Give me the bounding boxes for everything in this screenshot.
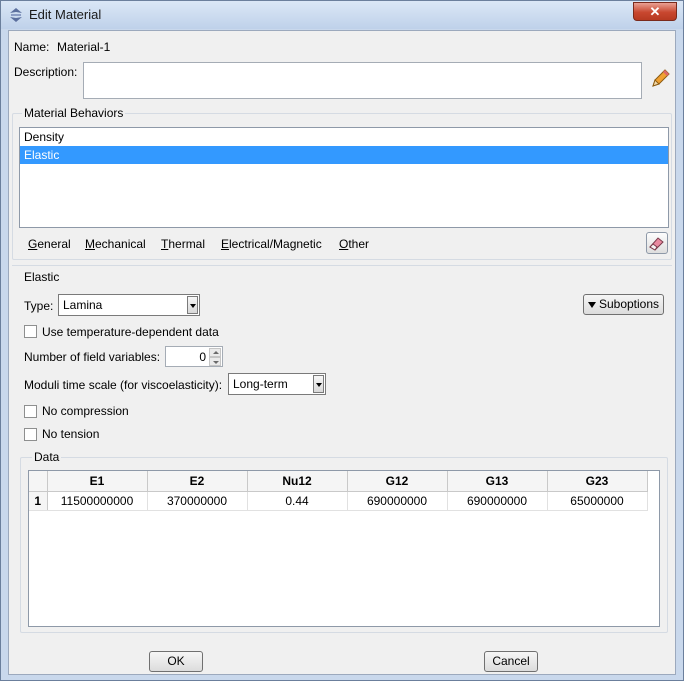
- menu-thermal[interactable]: Thermal: [161, 237, 205, 251]
- table-cell-g23[interactable]: 65000000: [547, 491, 648, 511]
- column-header-e2[interactable]: E2: [147, 471, 248, 492]
- triangle-down-icon: [587, 301, 596, 308]
- field-variables-spinner[interactable]: 0: [165, 346, 223, 367]
- spin-down-icon[interactable]: [209, 357, 221, 366]
- description-label: Description:: [14, 65, 78, 79]
- elastic-title: Elastic: [24, 270, 60, 284]
- menu-electrical-magnetic[interactable]: Electrical/Magnetic: [221, 237, 322, 251]
- table-cell-e2[interactable]: 370000000: [147, 491, 248, 511]
- no-compression-label: No compression: [42, 404, 129, 418]
- row-number-header: [29, 471, 48, 492]
- table-cell-g12[interactable]: 690000000: [347, 491, 448, 511]
- name-label: Name:: [14, 40, 50, 54]
- title-bar[interactable]: Edit Material ✕: [1, 1, 683, 29]
- column-header-g23[interactable]: G23: [547, 471, 648, 492]
- type-select[interactable]: Lamina: [58, 294, 200, 316]
- spin-up-icon[interactable]: [209, 348, 221, 357]
- close-button[interactable]: ✕: [633, 2, 677, 21]
- menu-mechanical[interactable]: Mechanical: [85, 237, 146, 251]
- edit-material-dialog: Edit Material ✕ Name: Material-1 Descrip…: [0, 0, 684, 681]
- column-header-nu12[interactable]: Nu12: [247, 471, 348, 492]
- app-icon: [10, 8, 22, 22]
- table-cell-e1[interactable]: 11500000000: [47, 491, 148, 511]
- field-variables-value: 0: [199, 350, 206, 364]
- material-name: Material-1: [57, 40, 111, 54]
- behaviors-list[interactable]: Density Elastic: [19, 127, 669, 228]
- no-tension-checkbox[interactable]: [24, 428, 37, 441]
- table-cell-nu12[interactable]: 0.44: [247, 491, 348, 511]
- column-header-g12[interactable]: G12: [347, 471, 448, 492]
- no-tension-label: No tension: [42, 427, 100, 441]
- delete-behavior-button[interactable]: [646, 232, 668, 254]
- pencil-icon[interactable]: [649, 68, 671, 90]
- type-select-value: Lamina: [63, 298, 103, 312]
- material-behaviors-title: Material Behaviors: [22, 106, 126, 120]
- field-variables-label: Number of field variables:: [24, 350, 161, 364]
- moduli-time-scale-value: Long-term: [233, 377, 288, 391]
- column-header-e1[interactable]: E1: [47, 471, 148, 492]
- cancel-button[interactable]: Cancel: [484, 651, 538, 672]
- close-icon: ✕: [649, 4, 661, 19]
- chevron-down-icon: [313, 375, 324, 393]
- data-title: Data: [32, 450, 62, 464]
- menu-general[interactable]: General: [28, 237, 71, 251]
- suboptions-button[interactable]: Suboptions: [583, 294, 664, 315]
- chevron-down-icon: [187, 296, 198, 314]
- type-label: Type:: [24, 299, 54, 313]
- menu-other[interactable]: Other: [339, 237, 369, 251]
- table-header-row: E1 E2 Nu12 G12 G13 G23: [29, 471, 648, 492]
- row-number: 1: [29, 491, 48, 511]
- column-header-g13[interactable]: G13: [447, 471, 548, 492]
- data-grid: E1 E2 Nu12 G12 G13 G23 1 11500000000 370…: [29, 471, 648, 511]
- window-title: Edit Material: [29, 7, 102, 22]
- data-table[interactable]: E1 E2 Nu12 G12 G13 G23 1 11500000000 370…: [28, 470, 660, 627]
- section-divider: [12, 265, 672, 266]
- table-row: 1 11500000000 370000000 0.44 690000000 6…: [29, 491, 648, 511]
- description-field[interactable]: [83, 62, 642, 99]
- behavior-item-density[interactable]: Density: [20, 128, 668, 146]
- dialog-body: Name: Material-1 Description: Material B…: [8, 30, 676, 675]
- temperature-dependent-checkbox[interactable]: [24, 325, 37, 338]
- no-compression-checkbox[interactable]: [24, 405, 37, 418]
- table-cell-g13[interactable]: 690000000: [447, 491, 548, 511]
- behavior-item-elastic[interactable]: Elastic: [20, 146, 668, 164]
- moduli-time-scale-label: Moduli time scale (for viscoelasticity):: [24, 378, 223, 392]
- eraser-icon: [649, 237, 664, 251]
- ok-button[interactable]: OK: [149, 651, 203, 672]
- temperature-dependent-label: Use temperature-dependent data: [42, 325, 219, 339]
- moduli-time-scale-select[interactable]: Long-term: [228, 373, 326, 395]
